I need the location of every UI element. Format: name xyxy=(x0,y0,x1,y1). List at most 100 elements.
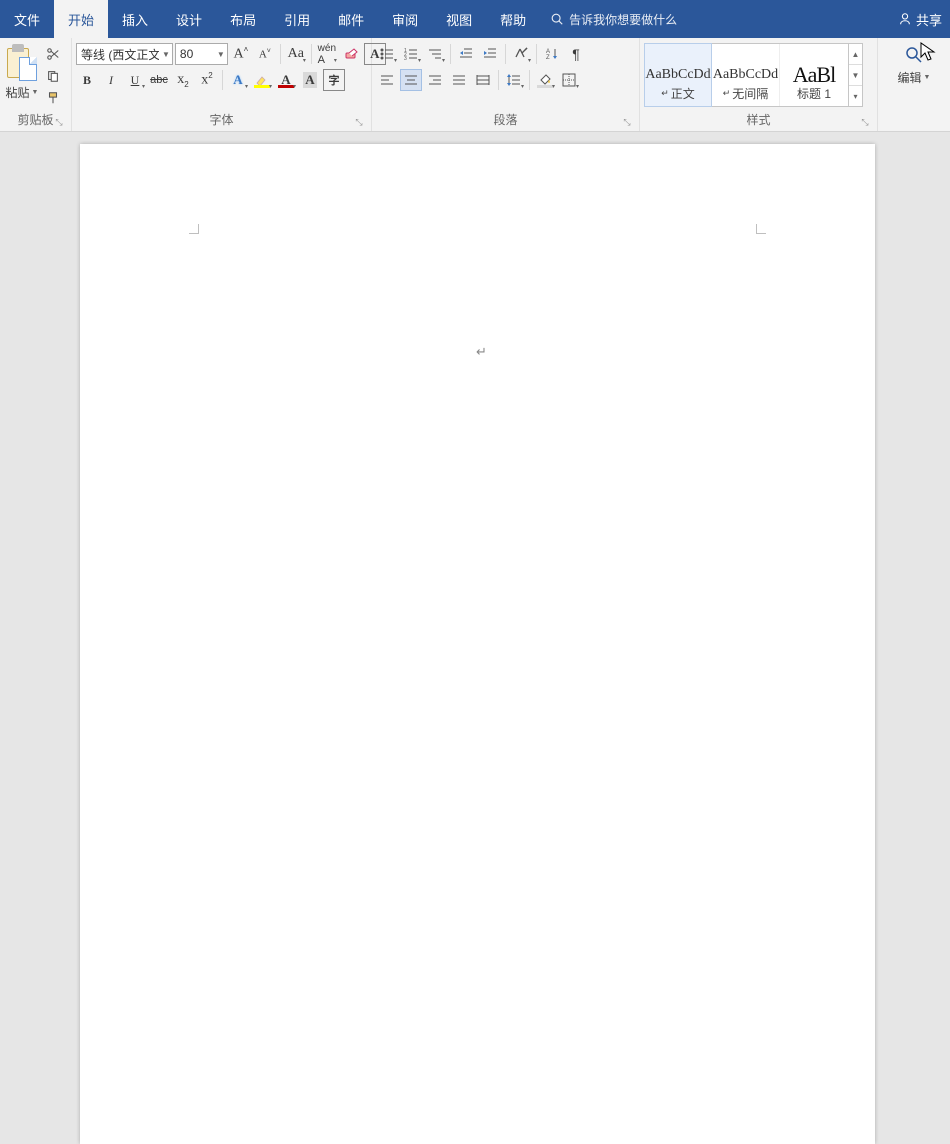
tell-me-search[interactable]: 告诉我你想要做什么 xyxy=(550,11,677,28)
sort-icon: AZ xyxy=(544,46,560,62)
clipboard-launcher[interactable]: ⤡ xyxy=(53,116,65,128)
svg-text:3: 3 xyxy=(404,56,407,62)
underline-button[interactable]: U xyxy=(124,69,146,91)
tab-mailings[interactable]: 邮件 xyxy=(324,0,378,38)
bullets-button[interactable] xyxy=(376,43,398,65)
style-normal[interactable]: AaBbCcDd ↵正文 xyxy=(644,43,712,107)
document-area[interactable]: ↵ xyxy=(0,132,950,599)
share-label: 共享 xyxy=(916,10,942,29)
font-group-label: 字体 xyxy=(209,111,233,128)
tab-help[interactable]: 帮助 xyxy=(486,0,540,38)
shading-button[interactable] xyxy=(534,69,556,91)
superscript-button[interactable]: x2 xyxy=(196,69,218,91)
borders-icon xyxy=(561,72,577,88)
tab-view[interactable]: 视图 xyxy=(432,0,486,38)
numbering-icon: 123 xyxy=(403,46,419,62)
styles-scroll[interactable]: ▲▼▾ xyxy=(848,44,862,106)
cut-button[interactable] xyxy=(44,45,62,63)
distribute-button[interactable] xyxy=(472,69,494,91)
style-no-spacing[interactable]: AaBbCcDd ↵无间隔 xyxy=(712,44,780,106)
eraser-icon xyxy=(343,46,359,62)
grow-font-button[interactable]: A˄ xyxy=(230,43,252,65)
group-paragraph: 123 AZ ¶ xyxy=(372,38,640,131)
indent-icon xyxy=(482,46,498,62)
group-font: 等线 (西文正文)▼ 80▼ A˄ A˅ Aa wénA A B I U abc xyxy=(72,38,372,131)
copy-button[interactable] xyxy=(44,67,62,85)
character-shading-button[interactable]: A xyxy=(299,69,321,91)
justify-icon xyxy=(451,72,467,88)
brush-icon xyxy=(46,91,60,105)
ribbon: 粘贴▼ 剪贴板⤡ 等线 (西文正文)▼ 80▼ A˄ A˅ Aa xyxy=(0,38,950,132)
multilevel-icon xyxy=(427,46,443,62)
find-button[interactable]: 编辑▼ xyxy=(897,41,931,86)
borders-button[interactable] xyxy=(558,69,580,91)
highlight-button[interactable] xyxy=(251,69,273,91)
tab-insert[interactable]: 插入 xyxy=(108,0,162,38)
styles-gallery[interactable]: AaBbCcDd ↵正文 AaBbCcDd ↵无间隔 AaBl 标题 1 ▲▼▾ xyxy=(644,43,863,107)
tell-me-placeholder: 告诉我你想要做什么 xyxy=(569,11,677,28)
tab-references[interactable]: 引用 xyxy=(270,0,324,38)
justify-button[interactable] xyxy=(448,69,470,91)
align-left-button[interactable] xyxy=(376,69,398,91)
group-editing: 编辑▼ xyxy=(878,38,950,131)
shrink-font-button[interactable]: A˅ xyxy=(254,43,276,65)
strikethrough-button[interactable]: abc xyxy=(148,69,170,91)
page[interactable]: ↵ xyxy=(80,144,875,1144)
align-left-icon xyxy=(379,72,395,88)
font-name-combo[interactable]: 等线 (西文正文)▼ xyxy=(76,43,173,65)
change-case-button[interactable]: Aa xyxy=(285,43,307,65)
styles-launcher[interactable]: ⤡ xyxy=(859,116,871,128)
bold-button[interactable]: B xyxy=(76,69,98,91)
tab-home[interactable]: 开始 xyxy=(54,0,108,38)
font-color-button[interactable]: A xyxy=(275,69,297,91)
clipboard-icon xyxy=(7,43,37,81)
asian-layout-icon xyxy=(513,46,529,62)
italic-button[interactable]: I xyxy=(100,69,122,91)
multilevel-list-button[interactable] xyxy=(424,43,446,65)
enclose-characters-button[interactable]: 字 xyxy=(323,69,345,91)
increase-indent-button[interactable] xyxy=(479,43,501,65)
paragraph-mark: ↵ xyxy=(476,344,487,360)
distribute-icon xyxy=(475,72,491,88)
numbering-button[interactable]: 123 xyxy=(400,43,422,65)
phonetic-guide-button[interactable]: wénA xyxy=(316,43,338,65)
style-heading1[interactable]: AaBl 标题 1 xyxy=(780,44,848,106)
decrease-indent-button[interactable] xyxy=(455,43,477,65)
group-clipboard: 粘贴▼ 剪贴板⤡ xyxy=(0,38,72,131)
styles-group-label: 样式 xyxy=(746,111,770,128)
line-spacing-button[interactable] xyxy=(503,69,525,91)
align-center-button[interactable] xyxy=(400,69,422,91)
align-center-icon xyxy=(403,72,419,88)
paste-label: 粘贴 xyxy=(6,84,30,101)
align-right-icon xyxy=(427,72,443,88)
subscript-button[interactable]: x2 xyxy=(172,69,194,91)
clear-formatting-button[interactable] xyxy=(340,43,362,65)
outdent-icon xyxy=(458,46,474,62)
share-button[interactable]: 共享 xyxy=(898,0,942,38)
align-right-button[interactable] xyxy=(424,69,446,91)
bullets-icon xyxy=(379,46,395,62)
text-effects-button[interactable]: A xyxy=(227,69,249,91)
tab-review[interactable]: 审阅 xyxy=(378,0,432,38)
paragraph-launcher[interactable]: ⤡ xyxy=(621,116,633,128)
tab-layout[interactable]: 布局 xyxy=(216,0,270,38)
group-styles: AaBbCcDd ↵正文 AaBbCcDd ↵无间隔 AaBl 标题 1 ▲▼▾… xyxy=(640,38,878,131)
style-preview: AaBbCcDd xyxy=(713,67,778,83)
scissors-icon xyxy=(46,47,60,61)
font-size-combo[interactable]: 80▼ xyxy=(175,43,228,65)
margin-corner-tr xyxy=(756,224,766,234)
style-preview: AaBbCcDd xyxy=(645,67,710,83)
titlebar: 文件 开始 插入 设计 布局 引用 邮件 审阅 视图 帮助 告诉我你想要做什么 … xyxy=(0,0,950,38)
style-name-label: 无间隔 xyxy=(732,85,768,102)
show-marks-button[interactable]: ¶ xyxy=(565,43,587,65)
font-launcher[interactable]: ⤡ xyxy=(353,116,365,128)
tab-file[interactable]: 文件 xyxy=(0,0,54,38)
paste-button[interactable]: 粘贴▼ xyxy=(4,41,40,101)
clipboard-group-label: 剪贴板 xyxy=(17,111,53,128)
sort-button[interactable]: AZ xyxy=(541,43,563,65)
asian-layout-button[interactable] xyxy=(510,43,532,65)
copy-icon xyxy=(46,69,60,83)
format-painter-button[interactable] xyxy=(44,89,62,107)
font-name-value: 等线 (西文正文) xyxy=(81,46,159,63)
tab-design[interactable]: 设计 xyxy=(162,0,216,38)
